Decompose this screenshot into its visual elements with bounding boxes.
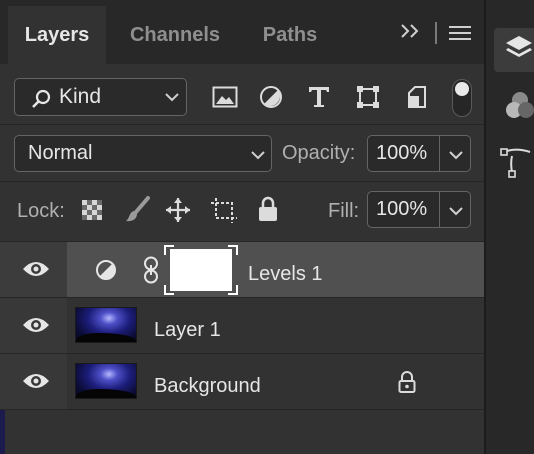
- smart-object-filter-icon[interactable]: [405, 84, 429, 110]
- eye-icon[interactable]: [21, 371, 51, 391]
- lock-transparent-icon[interactable]: [81, 199, 103, 221]
- layer-mask-thumbnail[interactable]: [170, 249, 232, 291]
- layer-name[interactable]: Levels 1: [248, 263, 323, 286]
- filter-toggle-switch[interactable]: [452, 79, 472, 117]
- tab-channels[interactable]: Channels: [112, 6, 238, 64]
- eye-icon[interactable]: [21, 259, 51, 279]
- chevron-down-icon: [251, 151, 265, 160]
- layer-name[interactable]: Layer 1: [154, 319, 221, 342]
- eye-icon[interactable]: [21, 315, 51, 335]
- blend-mode-value: Normal: [28, 142, 93, 164]
- layer-thumbnail[interactable]: [75, 363, 137, 399]
- opacity-label: Opacity:: [282, 142, 356, 164]
- filter-kind-label: Kind: [59, 85, 102, 108]
- field-divider: [439, 192, 440, 227]
- chevron-down-icon[interactable]: [449, 206, 463, 216]
- mask-corner: [228, 245, 238, 255]
- opacity-field[interactable]: 100%: [367, 135, 471, 172]
- panel-menu-icon[interactable]: [449, 24, 471, 42]
- lock-image-icon[interactable]: [124, 196, 150, 224]
- mask-corner: [164, 285, 174, 295]
- panel-tab-bar: Layers Channels Paths: [0, 0, 484, 64]
- adjustment-filter-icon[interactable]: [259, 85, 283, 109]
- chevron-down-icon[interactable]: [449, 150, 463, 160]
- image-filter-icon[interactable]: [212, 86, 238, 108]
- divider: [0, 124, 484, 125]
- paths-panel-icon[interactable]: [500, 144, 534, 178]
- field-divider: [439, 136, 440, 171]
- filter-kind-dropdown[interactable]: Kind: [14, 78, 187, 116]
- tab-paths[interactable]: Paths: [244, 6, 336, 64]
- lock-artboard-icon[interactable]: [210, 197, 238, 223]
- lock-position-icon[interactable]: [165, 197, 191, 223]
- adjustment-layer-icon: [96, 260, 116, 280]
- adjustments-panel-icon[interactable]: [504, 90, 534, 124]
- fill-field[interactable]: 100%: [367, 191, 471, 228]
- fill-label: Fill:: [328, 200, 360, 222]
- shape-filter-icon[interactable]: [356, 85, 380, 109]
- fill-value: 100%: [376, 198, 428, 220]
- layer-row-layer1[interactable]: Layer 1: [0, 298, 484, 354]
- type-filter-icon[interactable]: [307, 85, 331, 109]
- blend-mode-dropdown[interactable]: Normal: [14, 135, 272, 172]
- expand-panels-icon[interactable]: [398, 18, 424, 44]
- link-icon[interactable]: [143, 256, 159, 284]
- opacity-value: 100%: [376, 142, 428, 164]
- layers-panel-root: Layers Channels Paths Kind Normal Opacit…: [0, 0, 534, 454]
- lock-label: Lock:: [17, 200, 65, 222]
- layer-thumbnail[interactable]: [75, 307, 137, 343]
- layers-panel-icon[interactable]: [504, 34, 534, 64]
- mask-corner: [164, 245, 174, 255]
- layer-row-levels[interactable]: Levels 1: [0, 242, 484, 298]
- lock-all-icon[interactable]: [258, 196, 278, 222]
- lock-icon: [398, 371, 416, 393]
- toggle-knob: [455, 82, 469, 96]
- tab-separator: [435, 22, 437, 44]
- layer-name[interactable]: Background: [154, 375, 261, 398]
- search-icon: [32, 89, 51, 108]
- tab-layers[interactable]: Layers: [8, 6, 106, 64]
- layer-row-background[interactable]: Background: [0, 354, 484, 410]
- mask-corner: [228, 285, 238, 295]
- chevron-down-icon: [165, 93, 179, 102]
- divider: [0, 181, 484, 182]
